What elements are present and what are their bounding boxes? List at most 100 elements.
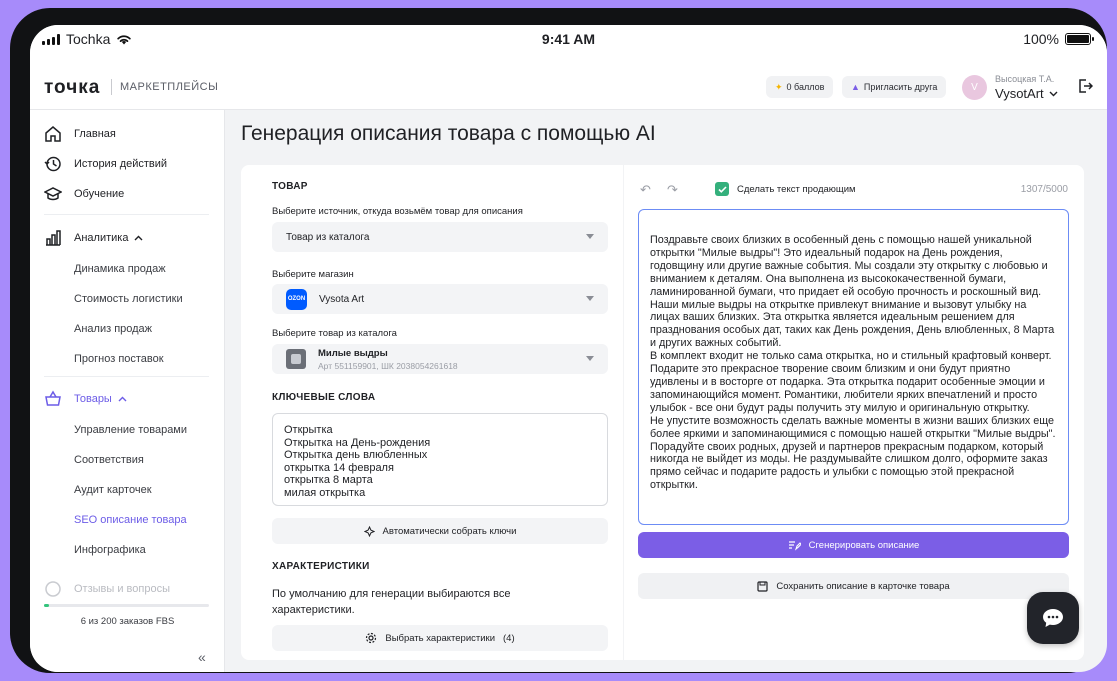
sidebar-item-history[interactable]: История действий <box>44 155 167 173</box>
check-icon <box>717 185 727 193</box>
sidebar-group-analytics[interactable]: Аналитика <box>44 229 143 247</box>
bar-chart-icon <box>46 230 61 246</box>
sidebar: Главная История действий Обучение Аналит… <box>30 110 225 672</box>
app-header: точка МАРКЕТПЛЕЙСЫ ✦ 0 баллов ▲ Пригласи… <box>30 55 1107 110</box>
like-icon: ▲ <box>851 82 860 92</box>
description-paragraph: Подарите это прекрасное творение своим б… <box>650 363 1045 414</box>
sidebar-item-label: Обучение <box>74 188 125 200</box>
chat-icon <box>45 581 61 597</box>
keyword-line: Открытка день влюбленных <box>284 449 428 461</box>
ozon-logo-icon: OZON <box>286 288 307 310</box>
keyword-line: открытка 14 февраля <box>284 461 394 474</box>
fbs-progress-bar <box>44 604 209 607</box>
battery-percent: 100% <box>1023 31 1059 47</box>
user-name: Высоцкая Т.А. <box>995 74 1055 84</box>
home-icon <box>45 126 61 142</box>
auto-collect-keys-label: Автоматически собрать ключи <box>382 525 517 537</box>
shop-select[interactable]: OZON Vysota Art <box>272 284 608 314</box>
product-info: Милые выдры Арт 551159901, ШК 2038054261… <box>318 348 458 371</box>
logo[interactable]: точка <box>44 77 100 99</box>
caret-down-icon <box>586 296 594 301</box>
sidebar-item-sales-dynamics[interactable]: Динамика продаж <box>74 263 166 275</box>
chevron-down-icon <box>1049 91 1058 96</box>
chevron-up-icon <box>134 235 143 241</box>
caret-down-icon <box>586 356 594 361</box>
status-right: 100% <box>1023 31 1094 47</box>
page-title: Генерация описания товара с помощью AI <box>241 122 656 145</box>
char-counter: 1307/5000 <box>1020 184 1068 195</box>
section-name: МАРКЕТПЛЕЙСЫ <box>120 81 219 93</box>
sidebar-item-label: Отзывы и вопросы <box>74 583 170 595</box>
generate-description-label: Сгенерировать описание <box>808 539 920 551</box>
sidebar-item-learning[interactable]: Обучение <box>44 185 124 203</box>
product-thumbnail <box>286 349 306 369</box>
keyword-line: Открытка <box>284 424 333 436</box>
characteristics-section-title: ХАРАКТЕРИСТИКИ <box>272 561 370 572</box>
chat-bubble-icon <box>1043 609 1063 627</box>
battery-icon <box>1065 33 1094 45</box>
description-paragraph: В комплект входит не только сама открытк… <box>650 350 1052 363</box>
sidebar-item-logistics-cost[interactable]: Стоимость логистики <box>74 293 183 305</box>
keyword-line: открытка 8 марта <box>284 474 373 486</box>
catalog-label: Выберите товар из каталога <box>272 328 397 339</box>
gear-icon <box>366 632 377 644</box>
invite-friend-button[interactable]: ▲ Пригласить друга <box>842 76 947 98</box>
selling-text-label: Сделать текст продающим <box>737 184 856 195</box>
characteristics-count: (4) <box>503 632 515 644</box>
description-textarea[interactable]: Поздравьте своих близких в особенный ден… <box>638 209 1069 525</box>
logo-divider <box>111 79 112 95</box>
choose-characteristics-button[interactable]: Выбрать характеристики (4) <box>272 625 608 651</box>
description-editor-card: ↶ ↷ Сделать текст продающим 1307/5000 По… <box>624 165 1084 660</box>
sidebar-item-supply-forecast[interactable]: Прогноз поставок <box>74 353 164 365</box>
product-meta: Арт 551159901, ШК 2038054261618 <box>318 360 458 371</box>
avatar[interactable]: V <box>962 75 987 100</box>
ai-sparkle-icon <box>363 525 375 537</box>
sidebar-item-reviews[interactable]: Отзывы и вопросы <box>44 580 170 598</box>
support-chat-button[interactable] <box>1027 592 1079 644</box>
generate-description-button[interactable]: Сгенерировать описание <box>638 532 1069 558</box>
save-icon <box>757 580 768 592</box>
device-frame: Tochka 9:41 AM 100% точка МАРКЕТПЛЕЙСЫ ✦… <box>10 8 1107 673</box>
sidebar-item-card-audit[interactable]: Аудит карточек <box>74 484 152 496</box>
sidebar-item-seo-description[interactable]: SEO описание товара <box>74 514 187 526</box>
fbs-orders-text: 6 из 200 заказов FBS <box>80 616 175 627</box>
product-form-card: ТОВАР Выберите источник, откуда возьмём … <box>241 165 623 660</box>
sidebar-item-matches[interactable]: Соответствия <box>74 454 144 466</box>
status-time: 9:41 AM <box>541 31 596 47</box>
sidebar-group-label: Товары <box>74 393 112 405</box>
description-paragraph: Поздравьте своих близких в особенный ден… <box>650 234 1048 298</box>
shop-value: Vysota Art <box>319 293 365 305</box>
selling-text-checkbox[interactable] <box>715 182 729 196</box>
keywords-section-title: КЛЮЧЕВЫЕ СЛОВА <box>272 392 376 403</box>
logout-icon[interactable] <box>1077 78 1093 94</box>
redo-icon[interactable]: ↷ <box>667 182 678 198</box>
basket-icon <box>45 390 61 406</box>
source-select[interactable]: Товар из каталога <box>272 222 608 252</box>
save-description-button[interactable]: Сохранить описание в карточке товара <box>638 573 1069 599</box>
graduation-cap-icon <box>44 187 62 201</box>
keyword-line: Открытка на День-рождения <box>284 436 431 449</box>
source-label: Выберите источник, откуда возьмём товар … <box>272 206 523 217</box>
save-description-label: Сохранить описание в карточке товара <box>776 580 950 592</box>
sidebar-item-sales-analysis[interactable]: Анализ продаж <box>74 323 152 335</box>
choose-characteristics-label: Выбрать характеристики <box>385 632 496 644</box>
undo-icon[interactable]: ↶ <box>640 182 651 198</box>
keyword-line: милая открытка <box>284 486 366 499</box>
shop-selector[interactable]: VysotArt <box>995 86 1058 101</box>
description-paragraph: Наши милые выдры на открытке привлекут в… <box>650 298 1055 350</box>
collapse-sidebar-icon[interactable]: « <box>198 649 206 665</box>
sidebar-divider <box>44 214 209 215</box>
sidebar-item-manage-goods[interactable]: Управление товарами <box>74 424 187 436</box>
keywords-textarea[interactable]: Открытка Открытка на День-рождения Откры… <box>272 413 608 506</box>
auto-collect-keys-button[interactable]: Автоматически собрать ключи <box>272 518 608 544</box>
sidebar-group-goods[interactable]: Товары <box>44 390 127 408</box>
product-select[interactable]: Милые выдры Арт 551159901, ШК 2038054261… <box>272 344 608 374</box>
sidebar-item-infographics[interactable]: Инфографика <box>74 544 146 556</box>
points-button[interactable]: ✦ 0 баллов <box>766 76 834 98</box>
invite-label: Пригласить друга <box>863 82 938 92</box>
history-icon <box>44 156 61 172</box>
edit-text-icon <box>788 540 801 551</box>
sidebar-item-label: История действий <box>74 158 168 170</box>
sidebar-item-home[interactable]: Главная <box>44 125 116 143</box>
status-bar: Tochka 9:41 AM 100% <box>30 25 1107 55</box>
